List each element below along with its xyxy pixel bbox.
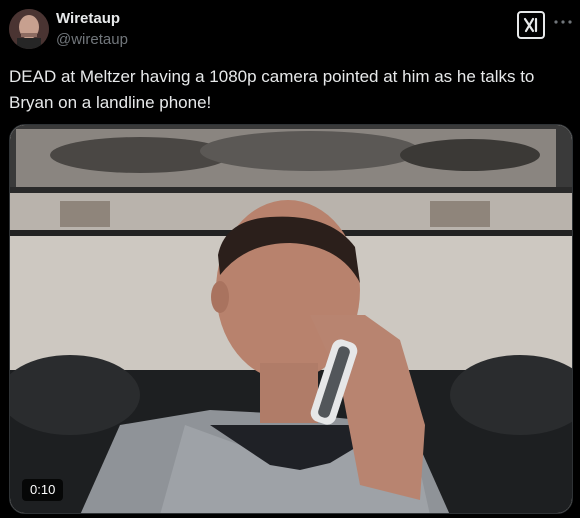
more-options-icon[interactable]: [553, 12, 573, 32]
tweet-card[interactable]: Wiretaup @wiretaup DEAD at Meltzer havin…: [0, 0, 580, 518]
tweet-text: DEAD at Meltzer having a 1080p camera po…: [9, 67, 535, 112]
avatar-image: [9, 9, 49, 49]
x-ai-logo-icon[interactable]: [517, 11, 545, 39]
avatar[interactable]: [9, 9, 49, 49]
tweet-video[interactable]: 0:10: [9, 124, 573, 514]
video-duration: 0:10: [22, 479, 64, 501]
author-display-name[interactable]: Wiretaup: [56, 10, 120, 27]
video-thumbnail: [10, 125, 572, 513]
author-handle[interactable]: @wiretaup: [56, 31, 128, 49]
